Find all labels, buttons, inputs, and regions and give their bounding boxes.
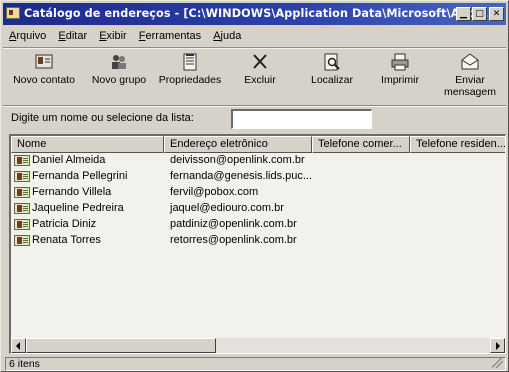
contact-card-icon — [14, 219, 30, 230]
contact-name: Jaqueline Pedreira — [32, 202, 124, 214]
find-label: Localizar — [310, 74, 354, 86]
contact-email: fervil@pobox.com — [170, 186, 259, 198]
horizontal-scrollbar[interactable] — [11, 338, 505, 353]
table-row[interactable]: Jaqueline Pedreira jaquel@ediouro.com.br — [11, 201, 504, 217]
column-header-business-phone[interactable]: Telefone comer... — [312, 136, 410, 153]
contact-card-icon — [14, 203, 30, 214]
new-contact-button[interactable]: Novo contato — [5, 50, 83, 104]
contact-card-icon — [14, 235, 30, 246]
delete-icon — [253, 54, 267, 69]
table-row[interactable]: Fernanda Pellegrini fernanda@genesis.lid… — [11, 169, 504, 185]
table-row[interactable]: Renata Torres retorres@openlink.com.br — [11, 233, 504, 249]
contact-card-icon — [14, 171, 30, 182]
contact-email: patdiniz@openlink.com.br — [170, 218, 297, 230]
table-row[interactable]: Patricia Diniz patdiniz@openlink.com.br — [11, 217, 504, 233]
menu-ferramentas[interactable]: Ferramentas — [139, 30, 201, 42]
print-icon — [391, 53, 409, 71]
delete-button[interactable]: Excluir — [230, 50, 290, 104]
contact-name: Patricia Diniz — [32, 218, 97, 230]
scroll-thumb[interactable] — [26, 338, 216, 353]
send-mail-icon — [461, 53, 479, 70]
print-button[interactable]: Imprimir — [373, 50, 427, 104]
print-label: Imprimir — [381, 74, 419, 86]
maximize-button[interactable]: □ — [472, 7, 487, 21]
properties-button[interactable]: Propriedades — [154, 50, 226, 104]
contact-name: Daniel Almeida — [32, 154, 106, 166]
search-label: Digite um nome ou selecione da lista: — [11, 112, 194, 124]
contact-email: fernanda@genesis.lids.puc... — [170, 170, 313, 182]
contact-card-icon — [14, 187, 30, 198]
column-header-email[interactable]: Endereço eletrônico — [164, 136, 312, 153]
scroll-left-button[interactable] — [11, 338, 26, 353]
find-icon — [324, 53, 340, 71]
send-message-button[interactable]: Enviar mensagem — [439, 50, 501, 104]
toolbar-separator — [3, 105, 506, 107]
menu-exibir[interactable]: Exibir — [99, 30, 127, 42]
menu-bar: Arquivo Editar Exibir Ferramentas Ajuda — [9, 30, 250, 46]
send-message-label-2: mensagem — [444, 86, 496, 98]
properties-icon — [183, 53, 197, 71]
menu-arquivo[interactable]: Arquivo — [9, 30, 46, 42]
resize-grip-icon[interactable] — [492, 357, 503, 368]
new-group-button[interactable]: Novo grupo — [85, 50, 153, 104]
new-contact-label: Novo contato — [13, 74, 75, 86]
close-button[interactable]: ✕ — [489, 7, 504, 21]
toolbar: Novo contato Novo grupo Propriedades Exc… — [5, 50, 505, 106]
properties-label: Propriedades — [158, 74, 222, 86]
contacts-list[interactable]: Nome Endereço eletrônico Telefone comer.… — [9, 134, 506, 354]
send-message-label-1: Enviar — [455, 74, 485, 86]
contact-email: retorres@openlink.com.br — [170, 234, 297, 246]
status-item-count: 6 itens — [9, 358, 40, 370]
delete-label: Excluir — [244, 74, 276, 86]
menu-separator — [3, 47, 506, 49]
new-group-label: Novo grupo — [91, 74, 147, 86]
contact-name: Fernando Villela — [32, 186, 112, 198]
new-contact-icon — [35, 54, 53, 69]
contact-name: Renata Torres — [32, 234, 101, 246]
status-bar: 6 itens — [5, 357, 506, 371]
table-row[interactable]: Fernando Villela fervil@pobox.com — [11, 185, 504, 201]
search-input[interactable] — [231, 109, 372, 129]
column-header-name[interactable]: Nome — [11, 136, 164, 153]
contact-card-icon — [14, 155, 30, 166]
find-button[interactable]: Localizar — [303, 50, 361, 104]
menu-editar[interactable]: Editar — [58, 30, 87, 42]
column-header-home-phone[interactable]: Telefone residen... — [410, 136, 505, 153]
menu-ajuda[interactable]: Ajuda — [213, 30, 241, 42]
address-book-app-icon[interactable] — [6, 7, 20, 19]
new-group-icon — [112, 55, 126, 69]
scroll-right-button[interactable] — [490, 338, 505, 353]
title-bar[interactable]: Catálogo de endereços - [C:\WINDOWS\Appl… — [3, 3, 506, 25]
contact-email: deivisson@openlink.com.br — [170, 154, 305, 166]
minimize-button[interactable]: ▁ — [456, 7, 471, 21]
table-row[interactable]: Daniel Almeida deivisson@openlink.com.br — [11, 153, 504, 169]
contact-email: jaquel@ediouro.com.br — [170, 202, 284, 214]
contact-name: Fernanda Pellegrini — [32, 170, 128, 182]
window-title: Catálogo de endereços - [C:\WINDOWS\Appl… — [24, 7, 493, 20]
address-book-window: Catálogo de endereços - [C:\WINDOWS\Appl… — [0, 0, 509, 372]
